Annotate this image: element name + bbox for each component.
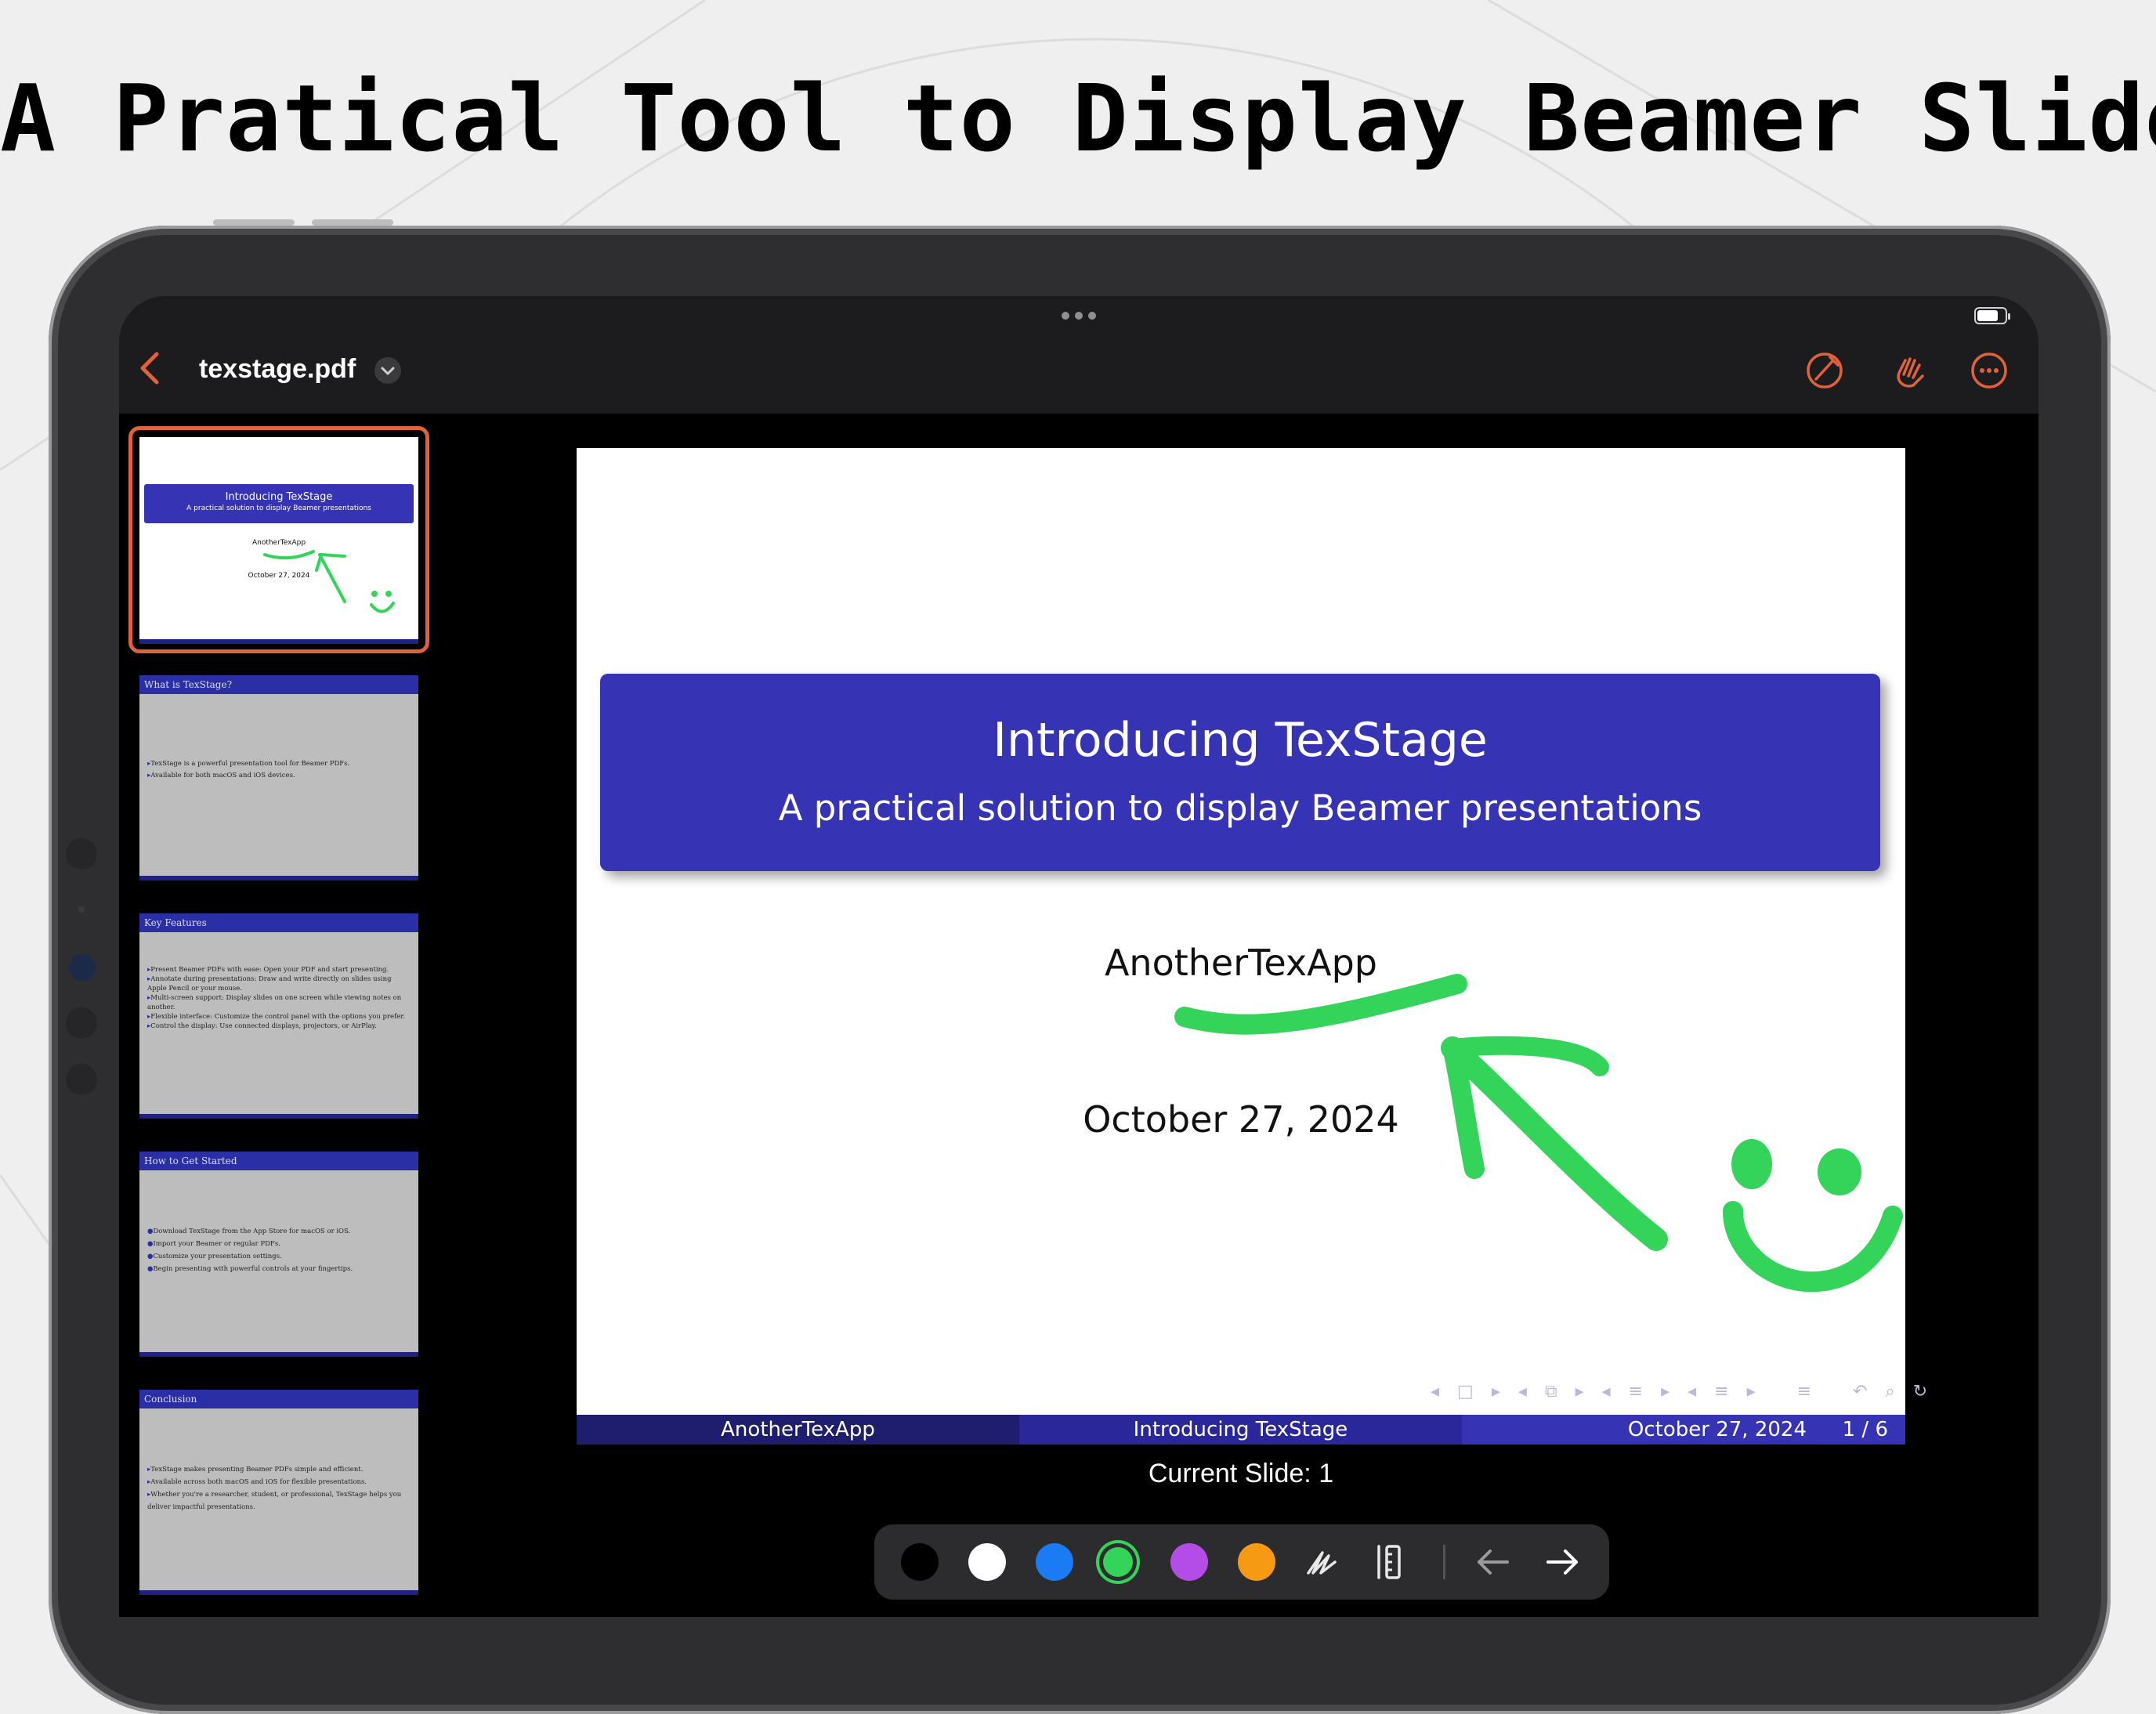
footer-right-block: October 27, 2024 1 / 6 bbox=[1462, 1415, 1905, 1445]
thumb-bullet: Customize your presentation settings. bbox=[147, 1250, 353, 1263]
thumb-bullet: Whether you're a researcher, student, or… bbox=[147, 1488, 411, 1513]
thumbnail-slide-4[interactable]: How to Get Started Download TexStage fro… bbox=[139, 1152, 418, 1357]
thumb-heading: How to Get Started bbox=[139, 1152, 418, 1170]
color-white[interactable] bbox=[968, 1543, 1006, 1581]
thumb-bullets: TexStage makes presenting Beamer PDFs si… bbox=[147, 1463, 411, 1513]
slide-title-block: Introducing TexStage A practical solutio… bbox=[600, 674, 1880, 871]
thumb-annotation bbox=[263, 550, 395, 613]
slide-author: AnotherTexApp bbox=[1104, 942, 1378, 984]
thumb-bullet: Annotate during presentations: Draw and … bbox=[147, 975, 412, 993]
thumbnail-slide-5[interactable]: Conclusion TexStage makes presenting Bea… bbox=[139, 1390, 418, 1595]
thumb-heading: Key Features bbox=[139, 913, 418, 932]
thumb-bullet: Multi-screen support: Display slides on … bbox=[147, 993, 412, 1012]
slide-title: Introducing TexStage bbox=[993, 713, 1488, 768]
thumb-bullet: Available across both macOS and iOS for … bbox=[147, 1476, 411, 1488]
battery-icon bbox=[1974, 307, 2010, 324]
back-chevron-icon[interactable] bbox=[136, 349, 163, 387]
thumb-bullets: TexStage is a powerful presentation tool… bbox=[147, 758, 349, 782]
multitask-dots[interactable] bbox=[1062, 312, 1096, 321]
slide-subtitle: A practical solution to display Beamer p… bbox=[778, 787, 1702, 829]
footer-page: 1 / 6 bbox=[1842, 1418, 1888, 1441]
thumb-bullets: Download TexStage from the App Store for… bbox=[147, 1225, 353, 1275]
chevron-down-icon[interactable] bbox=[374, 357, 401, 384]
arrow-right-icon[interactable] bbox=[1543, 1545, 1581, 1579]
thumbnail-slide-2[interactable]: What is TexStage? TexStage is a powerful… bbox=[139, 675, 418, 881]
pen-toolbar bbox=[874, 1524, 1609, 1600]
color-orange[interactable] bbox=[1238, 1543, 1275, 1581]
slide-date: October 27, 2024 bbox=[1083, 1098, 1399, 1141]
hand-wave-icon[interactable] bbox=[1888, 349, 1930, 392]
main-slide[interactable]: Introducing TexStage A practical solutio… bbox=[577, 448, 1927, 1445]
ipad-top-button bbox=[312, 219, 393, 226]
thumbnail-slide-1[interactable]: Introducing TexStage A practical solutio… bbox=[139, 437, 418, 644]
thumb-bullet: Import your Beamer or regular PDFs. bbox=[147, 1238, 353, 1250]
thumb-bullet: Control the display: Use connected displ… bbox=[147, 1022, 412, 1031]
thumb-bullet: Download TexStage from the App Store for… bbox=[147, 1225, 353, 1238]
thumb-bullets: Present Beamer PDFs with ease: Open your… bbox=[147, 965, 412, 1031]
thumb-bullet: Available for both macOS and iOS devices… bbox=[147, 770, 349, 782]
thumb-heading: Conclusion bbox=[139, 1390, 418, 1408]
headline: A Pratical Tool to Display Beamer Slides bbox=[0, 64, 2156, 172]
signature-pen-icon[interactable] bbox=[1302, 1542, 1344, 1582]
thumb-bullet: TexStage is a powerful presentation tool… bbox=[147, 758, 349, 770]
pencil-slash-icon[interactable] bbox=[1803, 349, 1846, 392]
color-black[interactable] bbox=[901, 1543, 939, 1581]
beamer-nav-symbols[interactable]: ◂ □ ▸ ◂ ⧉ ▸ ◂ ≡ ▸ ◂ ≡ ▸ ≡ ↶ ⌕ ↻ bbox=[1431, 1382, 1934, 1401]
color-blue[interactable] bbox=[1036, 1543, 1073, 1581]
color-green-selected[interactable] bbox=[1103, 1547, 1133, 1577]
thumb-bullet: Begin presenting with powerful controls … bbox=[147, 1263, 353, 1275]
footer-center: Introducing TexStage bbox=[1019, 1415, 1462, 1445]
top-bar: texstage.pdf bbox=[119, 296, 2038, 414]
thumb-heading: What is TexStage? bbox=[139, 675, 418, 694]
thumbnail-slide-3[interactable]: Key Features Present Beamer PDFs with ea… bbox=[139, 913, 418, 1119]
ellipsis-circle-icon[interactable] bbox=[1968, 349, 2010, 392]
thumb-bullet: Present Beamer PDFs with ease: Open your… bbox=[147, 965, 412, 975]
toolbar-divider bbox=[1443, 1545, 1445, 1579]
thumb-bullet: TexStage makes presenting Beamer PDFs si… bbox=[147, 1463, 411, 1476]
slide-footer: AnotherTexApp Introducing TexStage Octob… bbox=[577, 1415, 1905, 1445]
arrow-left-icon[interactable] bbox=[1474, 1545, 1512, 1579]
thumb-bullet: Flexible interface: Customize the contro… bbox=[147, 1012, 412, 1022]
ipad-top-button bbox=[213, 219, 295, 226]
current-slide-label: Current Slide: 1 bbox=[1148, 1459, 1334, 1488]
file-title[interactable]: texstage.pdf bbox=[199, 354, 356, 385]
footer-right: October 27, 2024 bbox=[1627, 1418, 1807, 1441]
color-purple[interactable] bbox=[1170, 1543, 1208, 1581]
footer-left: AnotherTexApp bbox=[577, 1415, 1019, 1445]
ruler-icon[interactable] bbox=[1373, 1542, 1407, 1582]
